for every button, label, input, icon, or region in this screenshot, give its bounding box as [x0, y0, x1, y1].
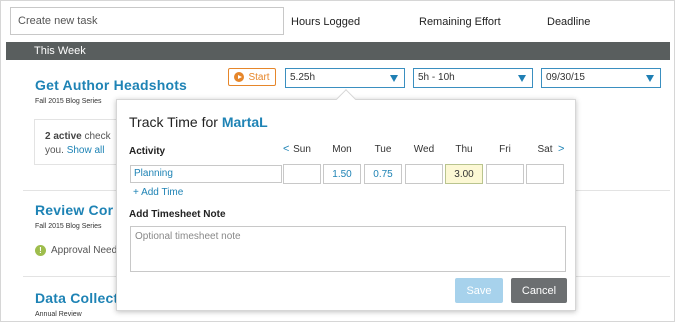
caret-down-icon	[518, 75, 526, 82]
checklist-text: check	[84, 131, 111, 142]
save-button[interactable]: Save	[455, 278, 503, 303]
day-header-mon: Mon	[332, 144, 352, 155]
timesheet-note-label: Add Timesheet Note	[129, 209, 226, 220]
deadline-dropdown[interactable]: 09/30/15	[541, 68, 661, 88]
new-task-input[interactable]	[10, 7, 284, 35]
approval-status: ! Approval Need	[35, 245, 117, 256]
column-header-deadline: Deadline	[547, 16, 591, 28]
hours-cell-tue[interactable]: 0.75	[364, 164, 402, 184]
exclamation-icon: !	[35, 245, 46, 256]
checklist-summary-text: 2 active check you. Show all	[45, 130, 111, 158]
task-title-link[interactable]: Get Author Headshots	[35, 77, 187, 93]
activity-select[interactable]: Planning	[130, 165, 282, 183]
remaining-effort-value: 5h - 10h	[418, 72, 455, 83]
day-header-fri: Fri	[499, 144, 511, 155]
week-section-bar: This Week	[6, 42, 670, 60]
task-title-link[interactable]: Data Collect	[35, 290, 118, 306]
popup-title: Track Time for MartaL	[129, 114, 268, 130]
caret-down-icon	[646, 75, 654, 82]
add-time-link[interactable]: + Add Time	[133, 187, 183, 198]
track-time-popup: Track Time for MartaL Activity < Sun Mon…	[116, 89, 576, 311]
caret-down-icon	[390, 75, 398, 82]
popup-user-name[interactable]: MartaL	[222, 114, 268, 130]
day-header-wed: Wed	[413, 144, 435, 155]
hours-cell-sat[interactable]	[526, 164, 564, 184]
popup-title-prefix: Track Time for	[129, 114, 218, 130]
popup-pointer	[336, 89, 356, 109]
column-header-hours-logged: Hours Logged	[291, 16, 361, 28]
task-project-label: Fall 2015 Blog Series	[35, 98, 102, 105]
hours-cell-sun[interactable]	[283, 164, 321, 184]
day-header-thu: Thu	[455, 144, 473, 155]
show-all-link[interactable]: Show all	[67, 145, 105, 156]
hours-cell-mon[interactable]: 1.50	[323, 164, 361, 184]
activity-column-label: Activity	[129, 146, 166, 157]
task-project-label: Fall 2015 Blog Series	[35, 223, 102, 230]
start-timer-button[interactable]: Start	[228, 68, 276, 86]
approval-text: Approval Need	[51, 245, 118, 256]
start-button-label: Start	[248, 71, 270, 83]
week-label: This Week	[34, 45, 86, 57]
day-header-sun: Sun	[293, 144, 311, 155]
task-project-label: Annual Review	[35, 311, 82, 318]
play-icon	[234, 72, 245, 82]
checklist-text-2: you.	[45, 145, 64, 156]
remaining-effort-dropdown[interactable]: 5h - 10h	[413, 68, 533, 88]
next-week-arrow[interactable]: >	[558, 143, 564, 155]
day-header-tue: Tue	[374, 144, 392, 155]
cancel-button[interactable]: Cancel	[511, 278, 567, 303]
timesheet-note-input[interactable]	[130, 226, 566, 272]
hours-cell-wed[interactable]	[405, 164, 443, 184]
hours-cell-fri[interactable]	[486, 164, 524, 184]
checklist-count: 2 active	[45, 131, 82, 142]
hours-logged-dropdown[interactable]: 5.25h	[285, 68, 405, 88]
column-header-remaining-effort: Remaining Effort	[419, 16, 501, 28]
task-title-link[interactable]: Review Cor	[35, 202, 113, 218]
deadline-value: 09/30/15	[546, 72, 585, 83]
hours-cell-thu[interactable]: 3.00	[445, 164, 483, 184]
hours-logged-value: 5.25h	[290, 72, 316, 83]
